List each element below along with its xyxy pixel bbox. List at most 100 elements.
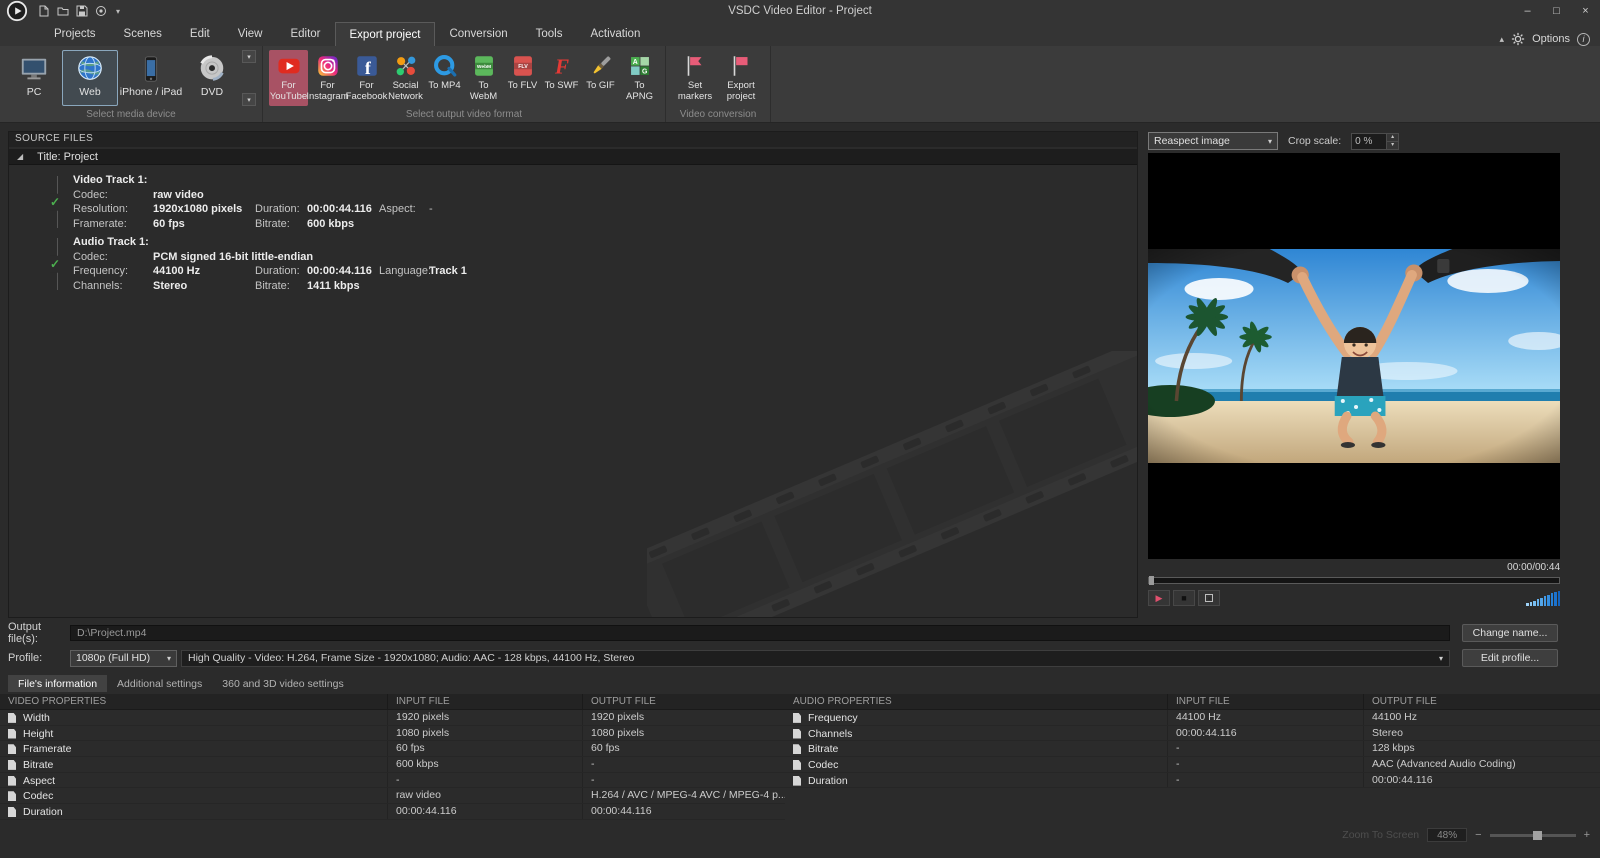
tab-view[interactable]: View bbox=[224, 22, 277, 46]
tab-files-information[interactable]: File's information bbox=[8, 675, 108, 692]
table-row[interactable]: Framerate 60 fps 60 fps bbox=[0, 741, 785, 758]
iphone-icon bbox=[144, 56, 158, 82]
tab-projects[interactable]: Projects bbox=[40, 22, 110, 46]
zoom-slider[interactable] bbox=[1489, 830, 1576, 840]
video-preview-canvas bbox=[1148, 153, 1560, 559]
format-youtube[interactable]: For YouTube bbox=[269, 50, 308, 106]
table-row[interactable]: Codec raw video H.264 / AVC / MPEG-4 AVC… bbox=[0, 788, 785, 805]
frequency-value: 44100 Hz bbox=[153, 265, 201, 277]
media-device-group: PC Web iPhone / iPad DVD ▾ ▾ Select medi… bbox=[0, 46, 263, 122]
zoom-out-button[interactable]: − bbox=[1475, 829, 1481, 841]
file-icon bbox=[8, 759, 16, 770]
table-row[interactable]: Aspect - - bbox=[0, 772, 785, 789]
table-row[interactable]: Width 1920 pixels 1920 pixels bbox=[0, 710, 785, 726]
tab-tools[interactable]: Tools bbox=[522, 22, 577, 46]
format-social-network[interactable]: Social Network bbox=[386, 50, 425, 106]
maximize-button[interactable]: □ bbox=[1542, 0, 1571, 22]
format-swf[interactable]: F To SWF bbox=[542, 50, 581, 106]
export-project-button[interactable]: Export project bbox=[718, 50, 764, 106]
file-icon bbox=[793, 759, 801, 770]
tab-activation[interactable]: Activation bbox=[576, 22, 654, 46]
zoom-value: 48% bbox=[1427, 828, 1468, 842]
open-project-icon[interactable] bbox=[57, 5, 69, 17]
tab-export-project[interactable]: Export project bbox=[334, 22, 436, 46]
crop-scale-stepper[interactable]: 0 % ▴ ▾ bbox=[1351, 132, 1400, 150]
options-button[interactable]: Options bbox=[1532, 33, 1570, 45]
format-mp4[interactable]: To MP4 bbox=[425, 50, 464, 106]
zoom-in-button[interactable]: + bbox=[1584, 829, 1590, 841]
svg-text:f: f bbox=[364, 58, 371, 78]
gear-icon[interactable] bbox=[1511, 32, 1525, 46]
format-facebook[interactable]: f For Facebook bbox=[346, 50, 387, 106]
device-dvd[interactable]: DVD bbox=[184, 50, 240, 106]
format-gif[interactable]: To GIF bbox=[581, 50, 620, 106]
profile-description-combo[interactable]: High Quality - Video: H.264, Frame Size … bbox=[181, 649, 1450, 667]
tab-conversion[interactable]: Conversion bbox=[435, 22, 521, 46]
table-row[interactable]: Channels 00:00:44.116 Stereo bbox=[785, 725, 1600, 742]
table-row[interactable]: Height 1080 pixels 1080 pixels bbox=[0, 725, 785, 742]
export-flag-icon bbox=[733, 56, 748, 76]
tab-additional-settings[interactable]: Additional settings bbox=[107, 675, 212, 692]
svg-text:WebM: WebM bbox=[476, 64, 490, 70]
set-markers-button[interactable]: Set markers bbox=[672, 50, 718, 106]
edit-profile-button[interactable]: Edit profile... bbox=[1462, 649, 1558, 667]
info-icon[interactable]: i bbox=[1577, 32, 1590, 46]
table-row[interactable]: Frequency 44100 Hz 44100 Hz bbox=[785, 710, 1600, 726]
column-header: AUDIO PROPERTIES bbox=[793, 696, 892, 707]
tab-360-3d-settings[interactable]: 360 and 3D video settings bbox=[212, 675, 353, 692]
output-path-input[interactable] bbox=[70, 625, 1450, 641]
preview-panel: Reaspect image ▾ Crop scale: 0 % ▴ ▾ 00:… bbox=[1148, 131, 1560, 618]
table-row[interactable]: Bitrate - 128 kbps bbox=[785, 741, 1600, 758]
profile-description: High Quality - Video: H.264, Frame Size … bbox=[188, 652, 635, 664]
device-pc[interactable]: PC bbox=[6, 50, 62, 106]
device-iphone-ipad[interactable]: iPhone / iPad bbox=[118, 50, 184, 106]
app-logo-icon[interactable] bbox=[6, 0, 28, 22]
audio-track-info[interactable]: ✓ Audio Track 1: Codec: PCM signed 16-bi… bbox=[50, 235, 633, 293]
audio-track-title: Audio Track 1: bbox=[73, 236, 149, 248]
device-scroll-down-icon[interactable]: ▾ bbox=[242, 93, 256, 106]
file-icon bbox=[793, 712, 801, 723]
project-tree-row[interactable]: ◢ Title: Project bbox=[9, 149, 1137, 165]
collapse-icon[interactable]: ◢ bbox=[17, 152, 23, 161]
ribbon-pin-icon[interactable]: ▴ bbox=[1500, 34, 1505, 45]
tab-edit[interactable]: Edit bbox=[176, 22, 224, 46]
stop-button[interactable]: ■ bbox=[1173, 590, 1195, 606]
new-project-icon[interactable] bbox=[38, 5, 50, 17]
file-icon bbox=[8, 791, 16, 802]
group-caption: Select output video format bbox=[405, 109, 523, 120]
property-name: Channels bbox=[808, 727, 853, 740]
customize-toolbar-icon[interactable]: ▾ bbox=[116, 7, 120, 16]
profile-select[interactable]: 1080p (Full HD) ▾ bbox=[70, 649, 177, 667]
save-project-icon[interactable] bbox=[76, 5, 88, 17]
column-header: VIDEO PROPERTIES bbox=[8, 696, 107, 707]
format-flv[interactable]: FLV To FLV bbox=[503, 50, 542, 106]
export-quick-icon[interactable] bbox=[95, 5, 107, 17]
video-track-info[interactable]: ✓ Video Track 1: Codec: raw video Resolu… bbox=[50, 173, 633, 231]
bitrate-value: 1411 kbps bbox=[307, 279, 360, 292]
change-name-button[interactable]: Change name... bbox=[1462, 624, 1558, 642]
spin-up-icon[interactable]: ▴ bbox=[1387, 133, 1399, 142]
minimize-button[interactable]: – bbox=[1513, 0, 1542, 22]
device-scroll-up-icon[interactable]: ▾ bbox=[242, 50, 256, 63]
property-name: Codec bbox=[808, 758, 839, 771]
table-row[interactable]: Bitrate 600 kbps - bbox=[0, 757, 785, 773]
format-label: To SWF bbox=[544, 80, 579, 91]
close-button[interactable]: × bbox=[1571, 0, 1600, 22]
format-apng[interactable]: AG To APNG bbox=[620, 50, 659, 106]
reaspect-select[interactable]: Reaspect image ▾ bbox=[1148, 132, 1278, 150]
input-value: - bbox=[1167, 757, 1363, 772]
table-row[interactable]: Duration 00:00:44.116 00:00:44.116 bbox=[0, 804, 785, 820]
tab-editor[interactable]: Editor bbox=[276, 22, 334, 46]
format-instagram[interactable]: For Instagram bbox=[306, 50, 349, 106]
spin-down-icon[interactable]: ▾ bbox=[1387, 141, 1399, 149]
seek-bar[interactable] bbox=[1148, 576, 1560, 585]
play-button[interactable]: ▶ bbox=[1148, 590, 1170, 606]
device-web[interactable]: Web bbox=[62, 50, 118, 106]
frame-preview-button[interactable] bbox=[1198, 590, 1220, 606]
format-webm[interactable]: WebM To WebM bbox=[464, 50, 503, 106]
tab-scenes[interactable]: Scenes bbox=[110, 22, 176, 46]
zoom-slider-handle[interactable] bbox=[1532, 830, 1542, 840]
table-row[interactable]: Duration - 00:00:44.116 bbox=[785, 772, 1600, 789]
table-row[interactable]: Codec - AAC (Advanced Audio Coding) bbox=[785, 757, 1600, 773]
seek-handle[interactable] bbox=[1149, 576, 1154, 585]
